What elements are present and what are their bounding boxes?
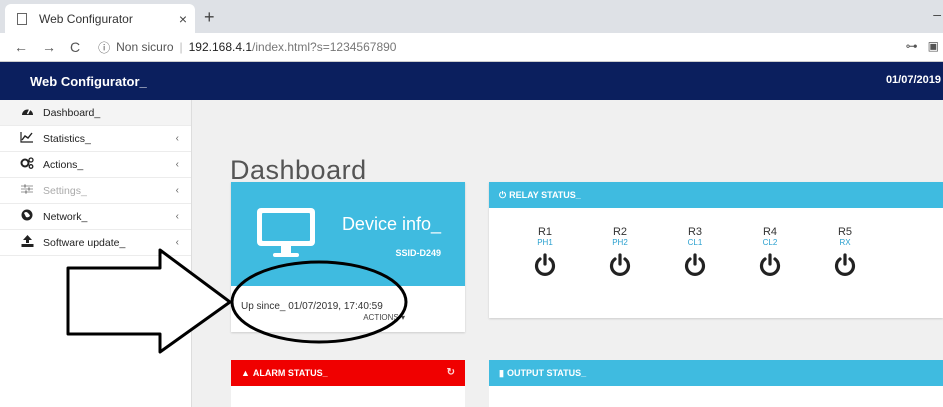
sidebar-item-label: Settings_ (43, 184, 87, 197)
back-icon[interactable]: ← (14, 39, 28, 55)
relay-r4: R4 CL2 (750, 226, 790, 277)
relay-name: R3 (687, 226, 703, 238)
device-ssid: SSID-D249 (395, 248, 441, 258)
url-separator: | (179, 40, 183, 54)
relay-r1: R1 PH1 (525, 226, 565, 277)
sidebar-item-actions[interactable]: Actions_ ‹ (0, 152, 191, 178)
sidebar-item-label: Network_ (43, 210, 88, 223)
chevron-left-icon: ‹ (175, 211, 179, 222)
relay-tag: PH1 (537, 238, 553, 247)
sidebar-item-label: Actions_ (43, 158, 84, 171)
globe-icon (20, 209, 34, 224)
forward-icon[interactable]: → (42, 39, 56, 55)
minimize-button[interactable]: – (933, 6, 941, 22)
sidebar-item-label: Statistics_ (43, 132, 91, 145)
device-info-header: Device info_ SSID-D249 (231, 182, 465, 286)
relay-tag: RX (839, 238, 851, 247)
chart-icon (20, 131, 34, 146)
relay-status-title: RELAY STATUS_ (509, 190, 581, 200)
relay-tag: PH2 (612, 238, 628, 247)
new-tab-button[interactable]: + (204, 7, 215, 28)
sidebar-item-network[interactable]: Network_ ‹ (0, 204, 191, 230)
chevron-left-icon: ‹ (175, 159, 179, 170)
device-info-title: Device info_ (341, 214, 441, 234)
sidebar-item-settings[interactable]: Settings_ ‹ (0, 178, 191, 204)
key-icon[interactable]: ⊶ (906, 39, 918, 53)
document-icon (17, 12, 27, 25)
up-since-text: Up since_ 01/07/2019, 17:40:59 (241, 301, 383, 312)
warning-icon: ▲ (241, 368, 250, 378)
relay-status-card: ⏻ RELAY STATUS_ R1 PH1 R2 PH2 R3 CL1 R4 … (489, 182, 943, 318)
relay-r2: R2 PH2 (600, 226, 640, 277)
power-icon[interactable] (608, 253, 632, 277)
nav-buttons: ← → C (14, 39, 80, 55)
power-icon[interactable] (833, 253, 857, 277)
sidebar-item-statistics[interactable]: Statistics_ ‹ (0, 126, 191, 152)
relay-name: R1 (537, 226, 553, 238)
app-header: Web Configurator_ 01/07/2019 (0, 62, 943, 100)
relay-name: R5 (837, 226, 853, 238)
power-icon[interactable] (683, 253, 707, 277)
relay-r5: R5 RX (825, 226, 865, 277)
output-icon: ▮ (499, 367, 504, 378)
info-icon[interactable]: ⓘ (98, 39, 110, 56)
sliders-icon (20, 183, 34, 198)
power-icon[interactable] (758, 253, 782, 277)
tab-title: Web Configurator (39, 11, 133, 26)
relay-name: R4 (762, 226, 778, 238)
sidebar-item-dashboard[interactable]: Dashboard_ (0, 100, 191, 126)
upload-icon (20, 235, 34, 250)
chevron-left-icon: ‹ (175, 133, 179, 144)
sidebar: Dashboard_ Statistics_ ‹ Actions_ ‹ Sett… (0, 100, 192, 407)
relay-name: R2 (612, 226, 628, 238)
url-path: /index.html?s=1234567890 (252, 40, 397, 54)
address-bar: ← → C ⓘ Non sicuro | 192.168.4.1/index.h… (0, 33, 943, 62)
relay-status-header: ⏻ RELAY STATUS_ (489, 182, 943, 208)
header-date: 01/07/2019 (885, 74, 941, 86)
power-icon[interactable] (533, 253, 557, 277)
brand-title[interactable]: Web Configurator_ (30, 74, 147, 89)
browser-tab-bar: Web Configurator × + – (0, 0, 943, 33)
tab-close-icon[interactable]: × (179, 11, 187, 27)
url-host: 192.168.4.1 (188, 40, 253, 54)
alarm-status-header: ▲ ALARM STATUS_ ↻ (231, 360, 465, 386)
output-status-header: ▮ OUTPUT STATUS_ (489, 360, 943, 386)
output-status-card: ▮ OUTPUT STATUS_ (489, 360, 943, 407)
sidebar-item-label: Software update_ (43, 236, 126, 249)
relay-r3: R3 CL1 (675, 226, 715, 277)
translate-icon[interactable]: ▣ (928, 39, 939, 53)
monitor-icon (257, 208, 315, 257)
browser-tab[interactable]: Web Configurator × (5, 4, 195, 33)
gears-icon (20, 157, 34, 172)
address-bar-icons: ⊶ ▣ (906, 39, 939, 53)
sidebar-item-label: Dashboard_ (43, 106, 101, 119)
refresh-icon[interactable]: ↻ (447, 367, 455, 378)
relay-tag: CL1 (687, 238, 703, 247)
sidebar-item-software-update[interactable]: Software update_ ‹ (0, 230, 191, 256)
chevron-left-icon: ‹ (175, 237, 179, 248)
security-label: Non sicuro (116, 40, 174, 54)
reload-icon[interactable]: C (70, 39, 80, 55)
output-status-title: OUTPUT STATUS_ (506, 368, 587, 378)
power-small-icon: ⏻ (499, 189, 507, 200)
relay-tag: CL2 (762, 238, 778, 247)
chevron-left-icon: ‹ (175, 185, 179, 196)
device-info-card: Device info_ SSID-D249 Up since_ 01/07/2… (231, 182, 465, 332)
actions-dropdown[interactable]: ACTIONS ▾ (363, 313, 405, 322)
dashboard-icon (20, 105, 34, 120)
alarm-status-card: ▲ ALARM STATUS_ ↻ (231, 360, 465, 407)
url-field[interactable]: ⓘ Non sicuro | 192.168.4.1/index.html?s=… (98, 39, 396, 56)
alarm-status-title: ALARM STATUS_ (252, 368, 328, 378)
main-content: Dashboard_ Device info_ SSID-D249 Up sin… (192, 100, 943, 407)
